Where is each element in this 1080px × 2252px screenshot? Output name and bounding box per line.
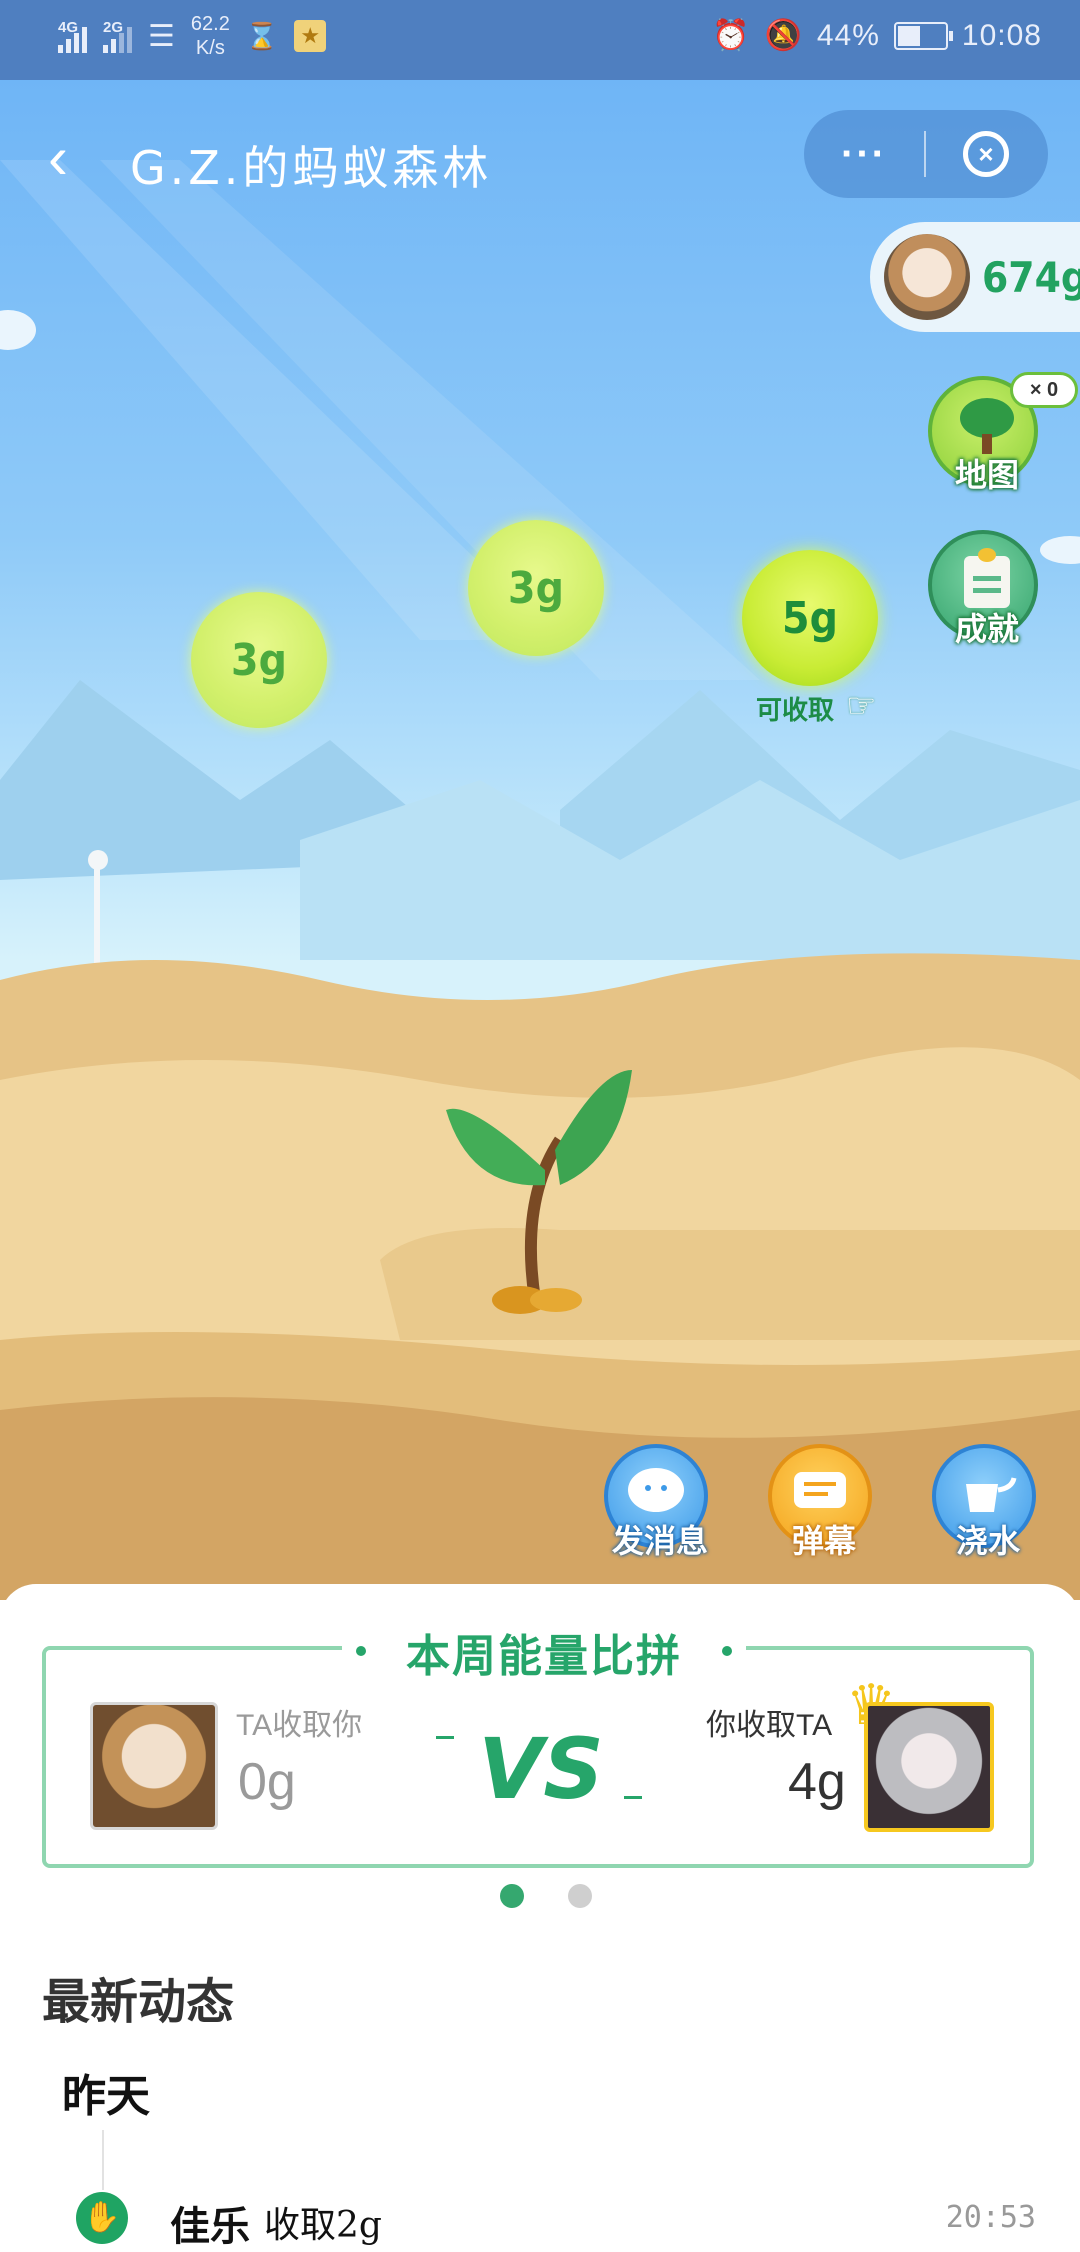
capsule-menu: ··· × — [804, 110, 1048, 198]
close-circle-icon: × — [963, 131, 1009, 177]
hand-pointer-icon: ☞ — [846, 687, 877, 725]
hourglass-icon: ⌛ — [245, 20, 279, 51]
send-message-button[interactable]: 发消息 — [604, 1444, 708, 1559]
vs-text: VS — [478, 1720, 604, 1818]
network-speed: 62.2 K/s — [190, 13, 230, 59]
clock: 10:08 — [961, 18, 1042, 52]
pager-dots — [500, 1884, 592, 1908]
back-chevron-icon[interactable]: ‹ — [48, 128, 68, 188]
news-section-title: 最新动态 — [42, 1976, 235, 2029]
battery-percent: 44% — [816, 18, 880, 52]
danmu-label: 弹幕 — [791, 1523, 856, 1559]
energy-total-pill[interactable]: 674g — [870, 222, 1080, 332]
ta-collected-you-label: TA收取你 — [236, 1709, 363, 1742]
app-notification-icon: ★ — [294, 20, 327, 52]
achievement-button[interactable]: 成就 — [928, 530, 1038, 647]
water-button[interactable]: 浇水 — [932, 1444, 1036, 1559]
map-label: 地图 — [954, 457, 1019, 493]
feed-user-name: 佳乐 — [170, 2203, 250, 2250]
weekly-compare-title: 本周能量比拼 — [342, 1620, 746, 1681]
energy-total: 674g — [982, 252, 1080, 302]
collectable-label: 可收取 — [756, 695, 835, 725]
day-label: 昨天 — [62, 2071, 150, 2122]
signal-icon: 4G — [58, 19, 87, 53]
battery-icon — [893, 21, 953, 50]
you-collected-ta-label: 你收取TA — [706, 1709, 833, 1742]
feed-time: 20:53 — [945, 2200, 1036, 2235]
hand-collect-icon: ✋ — [76, 2192, 128, 2244]
energy-ball-ready[interactable]: 5g — [742, 550, 878, 686]
signal-icon-2: 2G — [103, 19, 132, 53]
send-message-label: 发消息 — [611, 1523, 708, 1559]
my-avatar[interactable] — [864, 1702, 994, 1832]
clipboard-icon — [964, 548, 1010, 608]
forest-scene: ‹ G.Z.的蚂蚁森林 ··· × 674g 地图 × 0 成就 3g 3g 5… — [0, 80, 1080, 1600]
energy-ball[interactable]: 3g — [468, 520, 604, 656]
more-button[interactable]: ··· — [804, 132, 924, 177]
network-type-1: 4G — [58, 19, 79, 36]
list-item[interactable]: ✋ 佳乐 收取2g 20:53 — [0, 2186, 1080, 2250]
friend-avatar[interactable] — [90, 1702, 218, 1830]
tree-icon — [960, 398, 1014, 454]
wifi-icon: ☰ — [148, 19, 175, 53]
mini-program-titlebar: ‹ G.Z.的蚂蚁森林 ··· × — [0, 80, 1080, 230]
ta-collected-you-value: 0g — [238, 1753, 296, 1811]
map-count-badge: × 0 — [1010, 372, 1078, 408]
water-label: 浇水 — [955, 1523, 1020, 1559]
danmu-button[interactable]: 弹幕 — [768, 1444, 872, 1559]
you-collected-ta-value: 4g — [788, 1753, 846, 1811]
feed-action: 收取2g — [264, 2205, 382, 2246]
page-title: G.Z.的蚂蚁森林 — [130, 141, 493, 195]
status-bar: 4G 2G ☰ 62.2 K/s ⌛ ★ ⏰ 🔕 44% 10:08 — [0, 0, 1080, 80]
info-card: 本周能量比拼 — [0, 1584, 1080, 2244]
close-button[interactable]: × — [926, 131, 1046, 177]
energy-ball[interactable]: 3g — [191, 592, 327, 728]
user-avatar — [884, 234, 970, 320]
pager-dot[interactable] — [568, 1884, 592, 1908]
timeline-line — [102, 2130, 104, 2190]
alarm-icon: ⏰ — [712, 19, 751, 52]
achievement-label: 成就 — [954, 611, 1019, 647]
mute-icon: 🔕 — [764, 19, 803, 52]
pager-dot-active[interactable] — [500, 1884, 524, 1908]
vs-mark: VS — [436, 1720, 642, 1818]
